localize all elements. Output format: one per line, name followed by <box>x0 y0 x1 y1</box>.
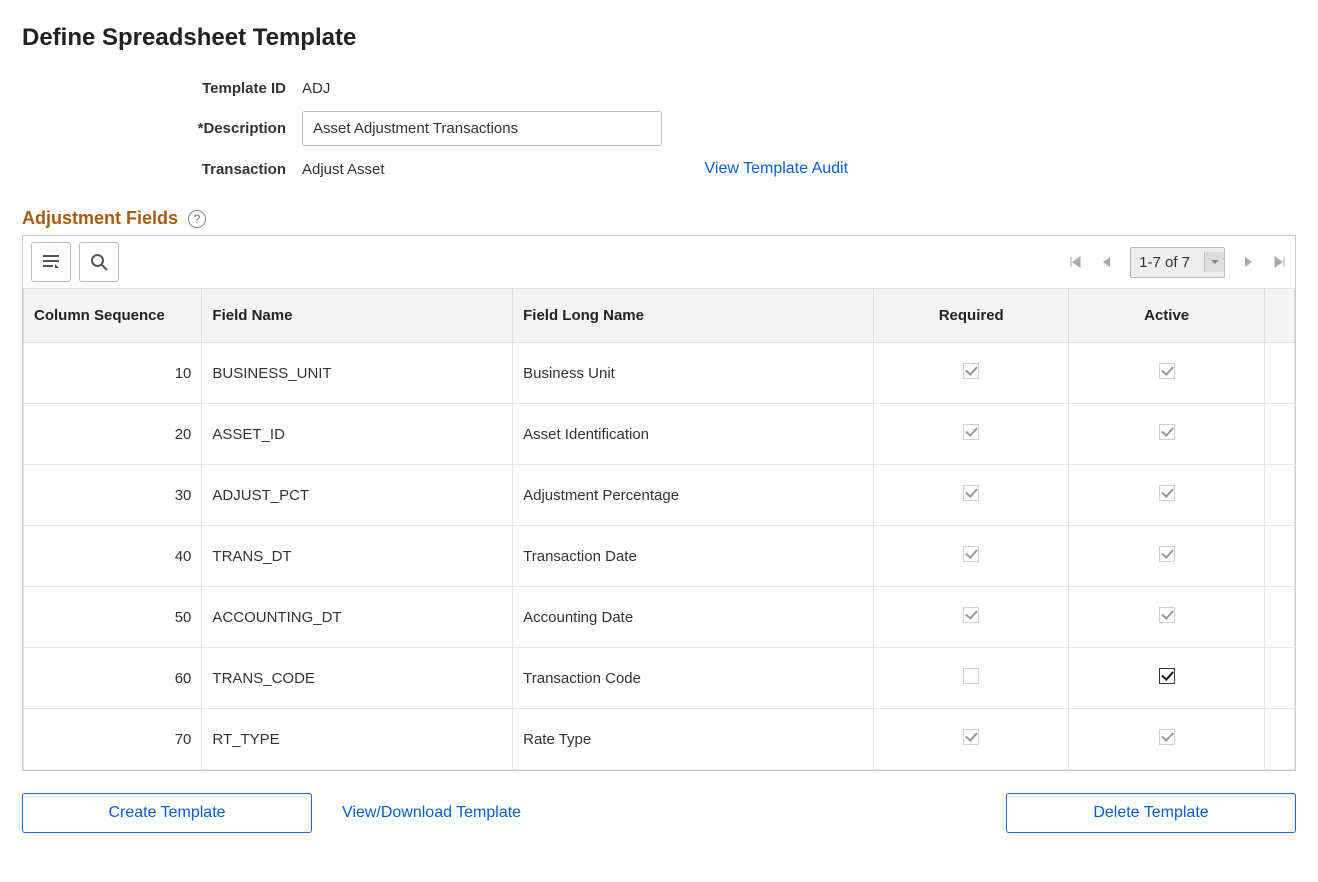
cell-field-name: TRANS_DT <box>202 526 513 587</box>
table-row: 10BUSINESS_UNITBusiness Unit <box>24 343 1295 404</box>
active-checkbox <box>1159 363 1175 379</box>
cell-extra <box>1264 404 1294 465</box>
required-checkbox <box>963 363 979 379</box>
footer-actions: Create Template View/Download Template D… <box>22 793 1296 833</box>
fields-table: Column Sequence Field Name Field Long Na… <box>23 288 1295 770</box>
help-icon[interactable]: ? <box>188 210 206 228</box>
cell-active <box>1069 709 1264 770</box>
required-checkbox <box>963 546 979 562</box>
cell-extra <box>1264 648 1294 709</box>
cell-extra <box>1264 526 1294 587</box>
required-checkbox <box>963 729 979 745</box>
active-checkbox <box>1159 546 1175 562</box>
template-id-value: ADJ <box>302 80 330 97</box>
grid-prev-page-button[interactable] <box>1100 255 1112 269</box>
cell-active <box>1069 587 1264 648</box>
cell-required <box>873 465 1068 526</box>
col-header-sequence[interactable]: Column Sequence <box>24 289 202 343</box>
cell-long-name: Transaction Date <box>513 526 874 587</box>
cell-field-name: ASSET_ID <box>202 404 513 465</box>
cell-sequence: 70 <box>24 709 202 770</box>
cell-extra <box>1264 465 1294 526</box>
cell-active <box>1069 404 1264 465</box>
cell-required <box>873 648 1068 709</box>
cell-sequence: 20 <box>24 404 202 465</box>
description-input[interactable] <box>302 111 662 146</box>
search-icon <box>89 252 109 272</box>
create-template-button[interactable]: Create Template <box>22 793 312 833</box>
col-header-field-name[interactable]: Field Name <box>202 289 513 343</box>
grid-page-info[interactable]: 1-7 of 7 <box>1130 247 1225 278</box>
active-checkbox <box>1159 424 1175 440</box>
table-row: 30ADJUST_PCTAdjustment Percentage <box>24 465 1295 526</box>
required-checkbox <box>963 607 979 623</box>
cell-sequence: 50 <box>24 587 202 648</box>
cell-field-name: TRANS_CODE <box>202 648 513 709</box>
grid-toolbar: 1-7 of 7 <box>23 236 1295 288</box>
description-label: *Description <box>152 120 302 137</box>
cell-required <box>873 343 1068 404</box>
cell-sequence: 40 <box>24 526 202 587</box>
grid-last-page-button[interactable] <box>1273 255 1287 269</box>
grid-search-button[interactable] <box>79 242 119 282</box>
col-header-long-name[interactable]: Field Long Name <box>513 289 874 343</box>
cell-active <box>1069 465 1264 526</box>
cell-active <box>1069 343 1264 404</box>
view-template-audit-link[interactable]: View Template Audit <box>705 160 849 177</box>
cell-field-name: ACCOUNTING_DT <box>202 587 513 648</box>
cell-field-name: ADJUST_PCT <box>202 465 513 526</box>
cell-extra <box>1264 343 1294 404</box>
table-row: 60TRANS_CODETransaction Code <box>24 648 1295 709</box>
col-header-active[interactable]: Active <box>1069 289 1264 343</box>
cell-long-name: Transaction Code <box>513 648 874 709</box>
cell-long-name: Accounting Date <box>513 587 874 648</box>
col-header-extra <box>1264 289 1294 343</box>
active-checkbox <box>1159 607 1175 623</box>
transaction-label: Transaction <box>152 161 302 178</box>
cell-required <box>873 404 1068 465</box>
grid-first-page-button[interactable] <box>1068 255 1082 269</box>
cell-long-name: Asset Identification <box>513 404 874 465</box>
required-checkbox <box>963 424 979 440</box>
delete-template-button[interactable]: Delete Template <box>1006 793 1296 833</box>
grid-menu-icon <box>41 252 61 272</box>
cell-long-name: Rate Type <box>513 709 874 770</box>
transaction-value: Adjust Asset <box>302 161 385 178</box>
cell-sequence: 60 <box>24 648 202 709</box>
cell-active <box>1069 648 1264 709</box>
cell-required <box>873 587 1068 648</box>
grid-action-menu-button[interactable] <box>31 242 71 282</box>
col-header-required[interactable]: Required <box>873 289 1068 343</box>
table-row: 20ASSET_IDAsset Identification <box>24 404 1295 465</box>
table-row: 50ACCOUNTING_DTAccounting Date <box>24 587 1295 648</box>
cell-field-name: RT_TYPE <box>202 709 513 770</box>
grid-next-page-button[interactable] <box>1243 255 1255 269</box>
active-checkbox <box>1159 729 1175 745</box>
header-form: Template ID ADJ *Description Transaction… <box>152 80 1296 178</box>
cell-required <box>873 709 1068 770</box>
template-id-label: Template ID <box>152 80 302 97</box>
cell-extra <box>1264 587 1294 648</box>
cell-long-name: Adjustment Percentage <box>513 465 874 526</box>
section-title: Adjustment Fields <box>22 208 178 229</box>
cell-active <box>1069 526 1264 587</box>
active-checkbox[interactable] <box>1159 668 1175 684</box>
cell-sequence: 10 <box>24 343 202 404</box>
cell-long-name: Business Unit <box>513 343 874 404</box>
active-checkbox <box>1159 485 1175 501</box>
table-row: 40TRANS_DTTransaction Date <box>24 526 1295 587</box>
cell-extra <box>1264 709 1294 770</box>
view-download-template-link[interactable]: View/Download Template <box>342 804 521 822</box>
adjustment-fields-grid: 1-7 of 7 Column Sequence Field Name Fiel… <box>22 235 1296 771</box>
required-checkbox <box>963 668 979 684</box>
required-checkbox <box>963 485 979 501</box>
cell-field-name: BUSINESS_UNIT <box>202 343 513 404</box>
chevron-down-icon <box>1204 252 1224 272</box>
table-row: 70RT_TYPERate Type <box>24 709 1295 770</box>
cell-sequence: 30 <box>24 465 202 526</box>
page-title: Define Spreadsheet Template <box>22 24 1296 52</box>
cell-required <box>873 526 1068 587</box>
grid-page-info-text: 1-7 of 7 <box>1139 254 1190 271</box>
